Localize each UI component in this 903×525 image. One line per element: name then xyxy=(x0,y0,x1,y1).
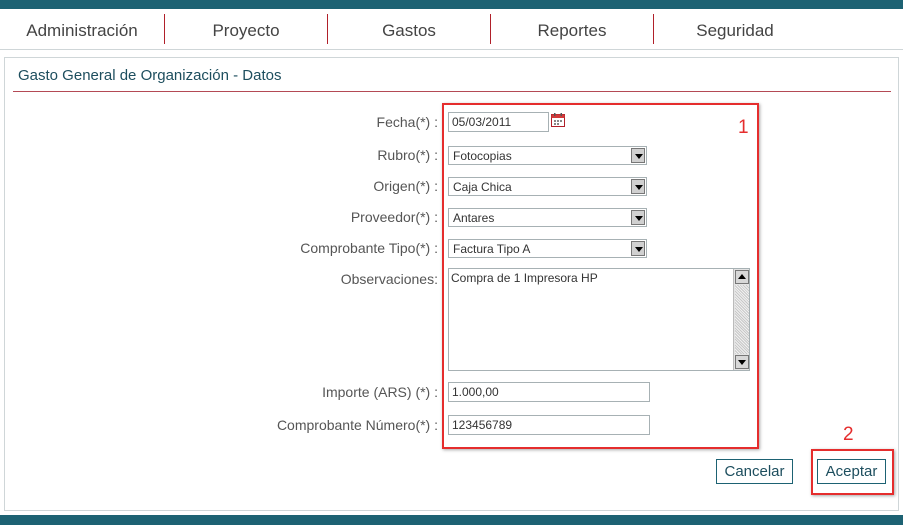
nav-item-seguridad[interactable]: Seguridad xyxy=(654,9,816,47)
title-divider xyxy=(13,91,891,92)
nav-item-proyecto[interactable]: Proyecto xyxy=(165,9,327,47)
nav-item-reportes[interactable]: Reportes xyxy=(491,9,653,47)
main-nav: Administración Proyecto Gastos Reportes … xyxy=(0,9,903,47)
annotation-number-1: 1 xyxy=(738,117,749,138)
bottom-bar xyxy=(0,515,903,525)
observaciones-label: Observaciones: xyxy=(340,271,438,287)
rubro-label: Rubro(*) : xyxy=(377,147,438,163)
proveedor-label: Proveedor(*) : xyxy=(350,209,438,225)
nav-divider xyxy=(0,49,903,50)
comprobante-numero-label: Comprobante Número(*) : xyxy=(276,417,438,433)
origen-label: Origen(*) : xyxy=(373,178,438,194)
accept-button[interactable]: Aceptar xyxy=(817,459,886,484)
comprobante-tipo-label: Comprobante Tipo(*) : xyxy=(300,240,438,256)
nav-item-administracion[interactable]: Administración xyxy=(0,9,164,47)
nav-item-gastos[interactable]: Gastos xyxy=(328,9,490,47)
fecha-label: Fecha(*) : xyxy=(376,114,438,130)
importe-label: Importe (ARS) (*) : xyxy=(322,384,438,400)
annotation-number-2: 2 xyxy=(843,424,854,445)
top-bar xyxy=(0,0,903,9)
panel-title: Gasto General de Organización - Datos xyxy=(18,67,282,84)
annotation-box-1 xyxy=(442,103,759,449)
cancel-button[interactable]: Cancelar xyxy=(716,459,793,484)
